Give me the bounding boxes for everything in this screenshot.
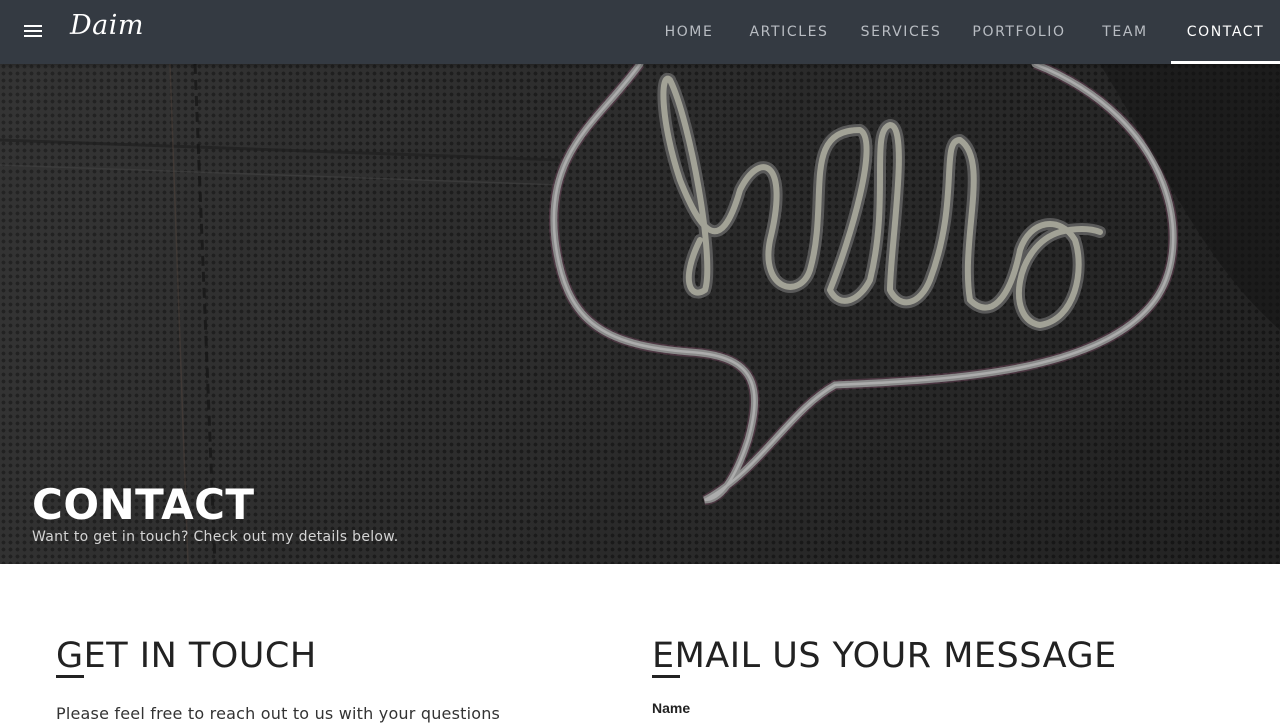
email-form-heading: EMAIL US YOUR MESSAGE bbox=[652, 636, 1117, 676]
site-logo[interactable]: Daim bbox=[70, 10, 144, 41]
hamburger-menu-icon[interactable] bbox=[22, 22, 46, 42]
nav-link-contact[interactable]: CONTACT bbox=[1171, 0, 1280, 64]
hero-title: CONTACT bbox=[32, 480, 255, 529]
nav-link-home[interactable]: HOME bbox=[650, 0, 728, 64]
nav-link-articles[interactable]: ARTICLES bbox=[742, 0, 836, 64]
name-field-label: Name bbox=[652, 700, 691, 716]
get-in-touch-text: Please feel free to reach out to us with… bbox=[56, 704, 501, 723]
top-navbar: Daim HOME ARTICLES SERVICES PORTFOLIO TE… bbox=[0, 0, 1280, 64]
heading-underline bbox=[56, 675, 84, 678]
nav-link-portfolio[interactable]: PORTFOLIO bbox=[966, 0, 1072, 64]
nav-link-services[interactable]: SERVICES bbox=[854, 0, 948, 64]
heading-underline bbox=[652, 675, 680, 678]
get-in-touch-heading: GET IN TOUCH bbox=[56, 636, 317, 676]
hero-banner: CONTACT Want to get in touch? Check out … bbox=[0, 0, 1280, 564]
hero-subtitle: Want to get in touch? Check out my detai… bbox=[32, 529, 399, 545]
nav-link-team[interactable]: TEAM bbox=[1090, 0, 1160, 64]
active-nav-indicator bbox=[1171, 61, 1280, 64]
